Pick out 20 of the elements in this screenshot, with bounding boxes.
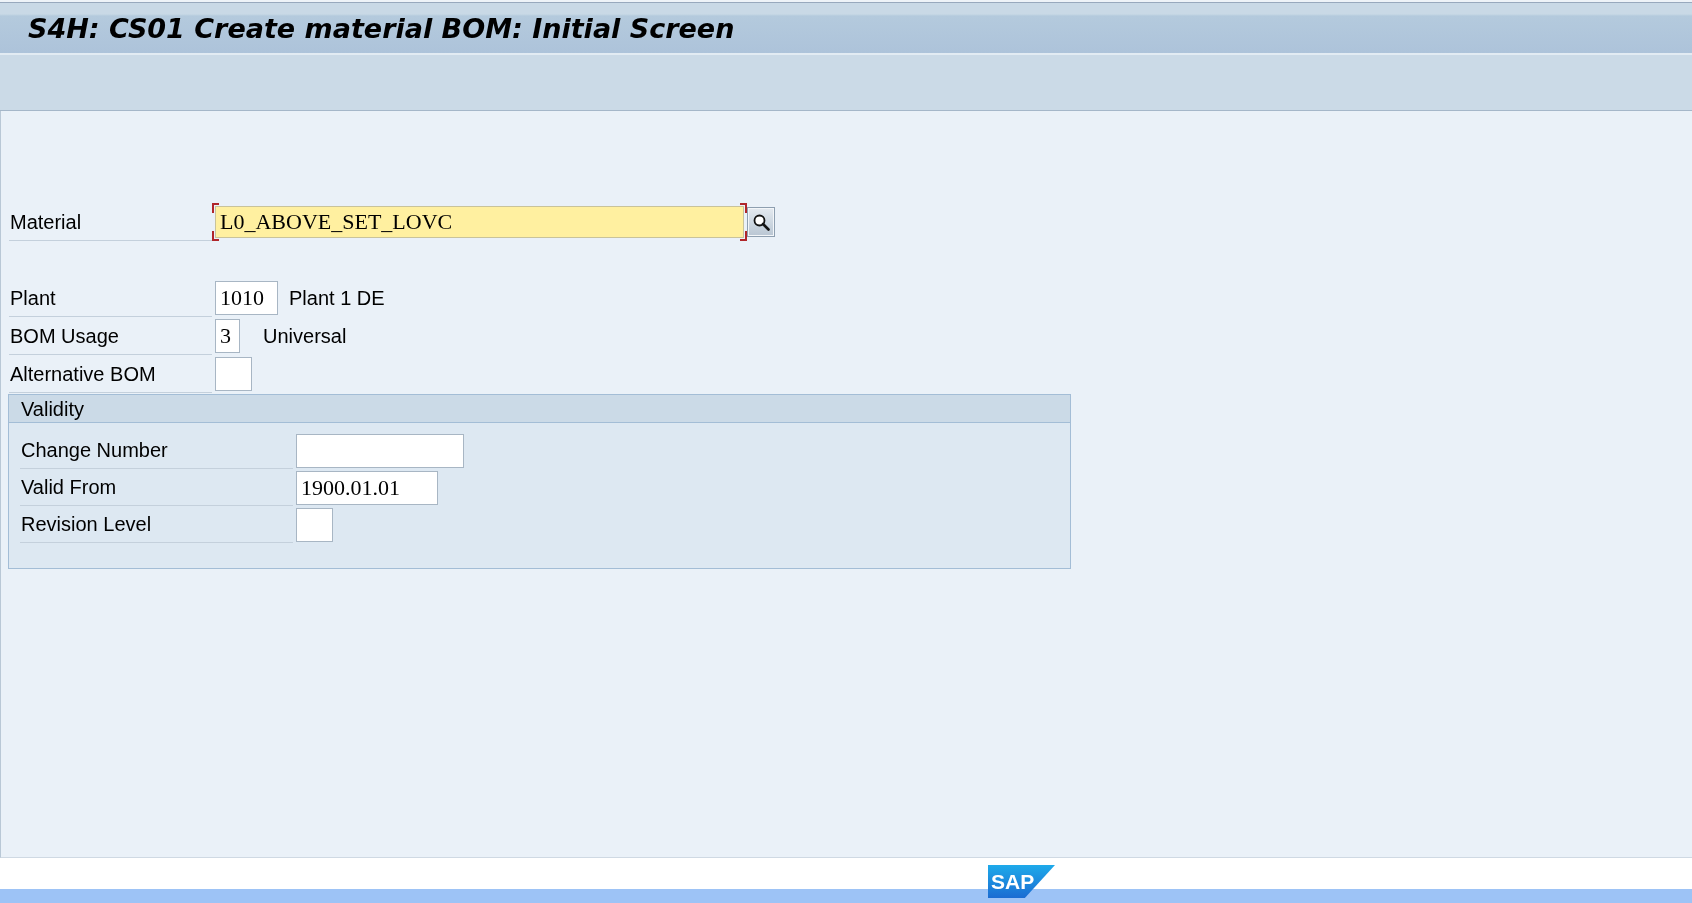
input-field[interactable] — [215, 357, 252, 391]
field-label: Valid From — [20, 469, 293, 506]
field-label: Revision Level — [20, 506, 293, 543]
field-label: Plant — [9, 279, 212, 317]
input-field[interactable]: L0_ABOVE_SET_LOVC — [212, 203, 747, 241]
field-label: BOM Usage — [9, 317, 212, 355]
search-help-button[interactable] — [747, 207, 775, 237]
input-field[interactable]: 3 — [215, 319, 240, 353]
field-description: Universal — [263, 324, 347, 349]
field-label: Alternative BOM — [9, 355, 212, 393]
input-field[interactable] — [296, 433, 464, 468]
input-field[interactable]: 1010 — [215, 281, 278, 315]
input-field[interactable] — [296, 507, 333, 542]
input-field[interactable]: 1900.01.01 — [296, 470, 438, 505]
field-label: Change Number — [20, 432, 293, 469]
logo: SAP — [988, 865, 1055, 898]
window-title: S4H: CS01 Create material BOM: Initial Screen — [28, 12, 735, 44]
field-description: Plant 1 DE — [289, 286, 385, 311]
group-title: Validity — [9, 395, 1070, 423]
search-icon — [752, 213, 770, 231]
